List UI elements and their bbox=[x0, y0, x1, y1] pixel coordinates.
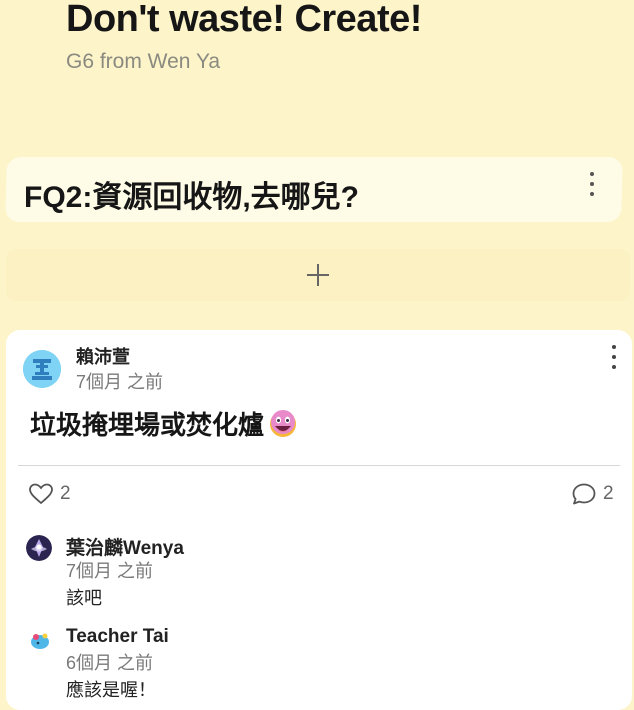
post-divider bbox=[18, 465, 620, 466]
add-post-button[interactable] bbox=[6, 249, 630, 301]
comments-button[interactable]: 2 bbox=[571, 482, 614, 506]
post-body-text: 垃圾掩埋場或焚化爐 bbox=[30, 410, 265, 440]
like-button[interactable]: 2 bbox=[28, 482, 71, 506]
comment-bubble-icon bbox=[572, 483, 596, 505]
avatar-pattern-icon bbox=[23, 350, 61, 388]
avatar-image-icon bbox=[28, 628, 54, 654]
board-subtitle: G6 from Wen Ya bbox=[66, 50, 221, 73]
section-more-icon[interactable] bbox=[587, 172, 597, 196]
heart-icon bbox=[29, 483, 53, 505]
plus-icon bbox=[307, 264, 329, 286]
post-timestamp: 7個月 之前 bbox=[76, 372, 164, 392]
comment-author: Teacher Tai bbox=[66, 626, 169, 647]
like-count: 2 bbox=[60, 483, 71, 504]
section-title[interactable]: FQ2:資源回收物,去哪兒? bbox=[24, 172, 359, 216]
comment-author: 葉治麟Wenya bbox=[66, 538, 184, 559]
post-author: 賴沛萱 bbox=[76, 347, 130, 367]
comment-avatar[interactable] bbox=[26, 535, 52, 561]
avatar[interactable] bbox=[23, 350, 61, 388]
board-title: Don't waste! Create! bbox=[66, 0, 422, 40]
post-more-icon[interactable] bbox=[609, 345, 619, 369]
comment-count: 2 bbox=[603, 483, 614, 504]
avatar-image-icon bbox=[26, 535, 52, 561]
grinning-face-emoji-icon bbox=[270, 409, 297, 437]
comment-avatar[interactable] bbox=[28, 628, 54, 654]
comment-text: 該吧 bbox=[66, 588, 102, 608]
post-body: 垃圾掩埋場或焚化爐 bbox=[30, 405, 298, 442]
comment-text: 應該是喔！ bbox=[66, 680, 156, 700]
comment-timestamp: 7個月 之前 bbox=[66, 561, 154, 581]
comment-timestamp: 6個月 之前 bbox=[66, 653, 154, 673]
